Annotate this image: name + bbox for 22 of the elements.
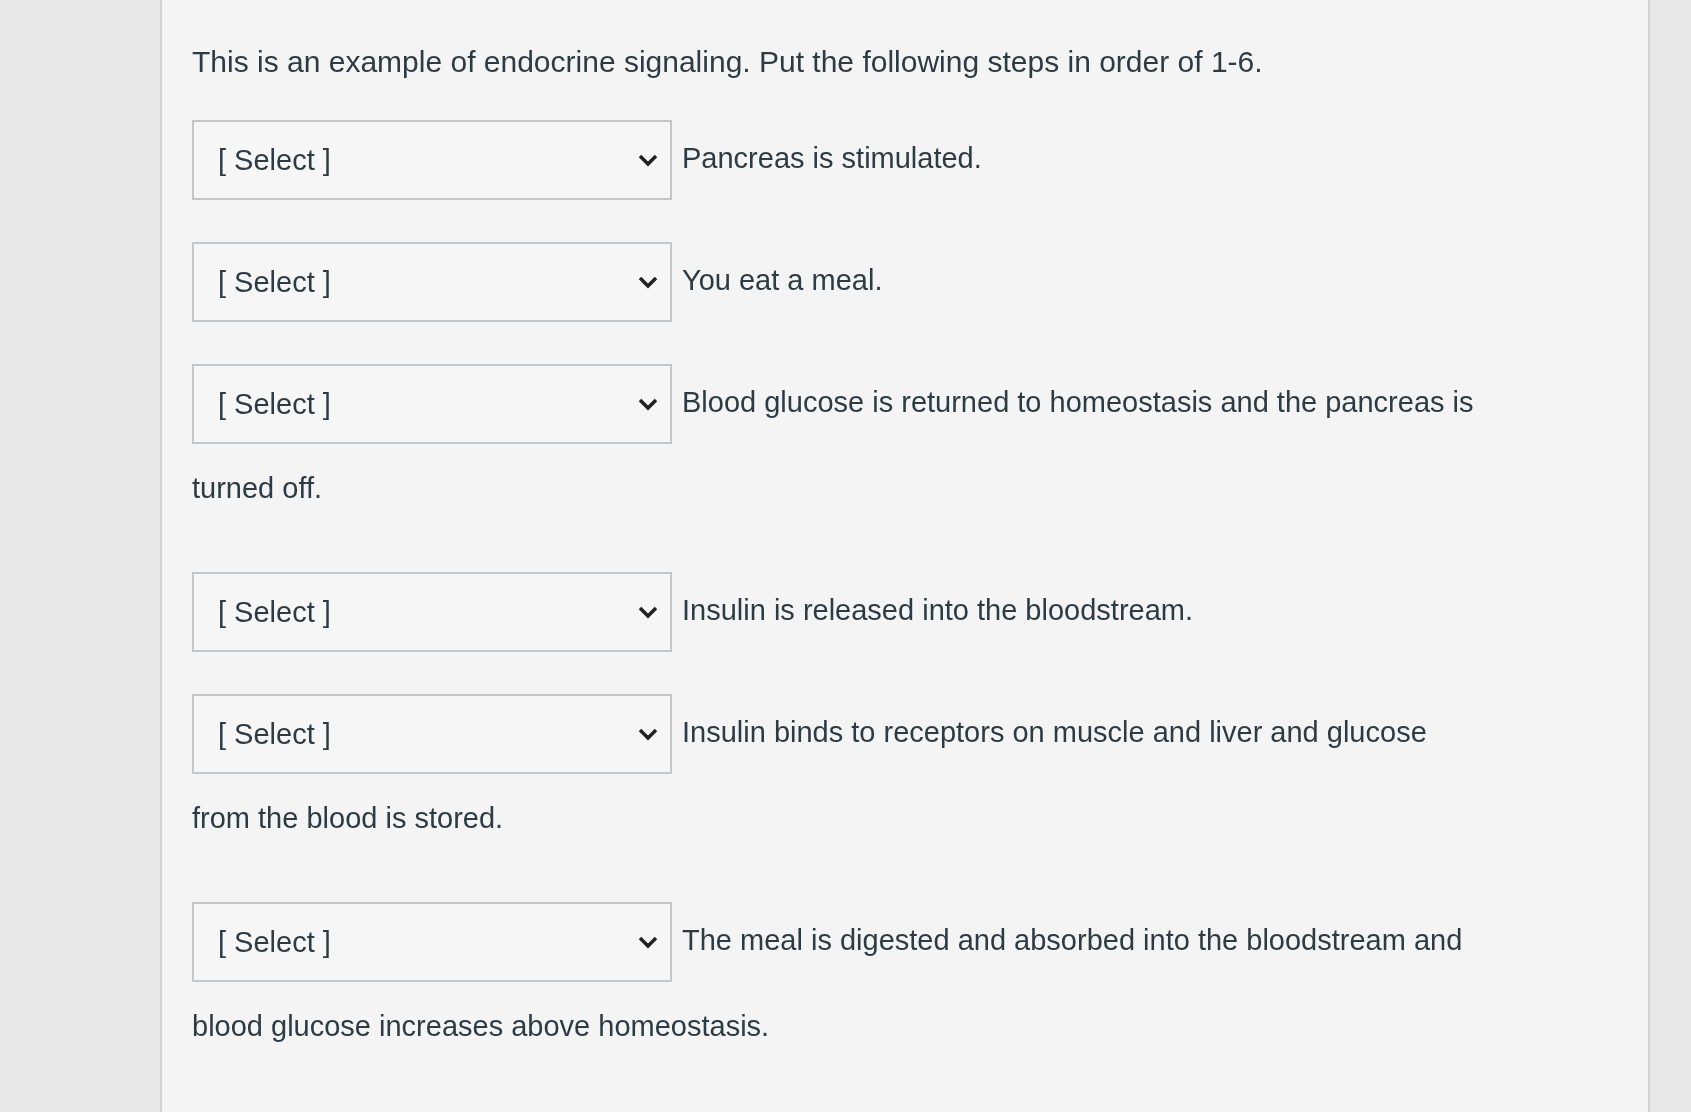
question-text: This is an example of endocrine signaling. Put the following steps in order of 1-6. <box>192 45 1264 79</box>
chevron-down-icon <box>638 605 658 620</box>
chevron-down-icon <box>638 275 658 290</box>
select-field[interactable]: [ Select ] <box>192 120 672 201</box>
step-text: The meal is digested and absorbed into the bloodstream and <box>682 924 1463 956</box>
step-text: Pancreas is stimulated. <box>682 142 982 174</box>
step-text: Insulin binds to receptors on muscle and liver and glucose <box>682 716 1427 748</box>
step-text: turned off. <box>192 472 323 504</box>
step-text: You eat a meal. <box>682 264 883 296</box>
chevron-down-icon <box>638 935 658 950</box>
select-field[interactable]: [ Select ] <box>192 572 672 653</box>
chevron-down-icon <box>638 153 658 168</box>
select-field[interactable]: [ Select ] <box>192 364 672 445</box>
step-text: from the blood is stored. <box>192 802 504 834</box>
step-text: Insulin is released into the bloodstream. <box>682 594 1193 626</box>
select-field[interactable]: [ Select ] <box>192 694 672 775</box>
chevron-down-icon <box>638 727 658 742</box>
select-field[interactable]: [ Select ] <box>192 242 672 323</box>
select-field[interactable]: [ Select ] <box>192 902 672 983</box>
step-text: Blood glucose is returned to homeostasis and the pancreas is <box>682 386 1474 418</box>
chevron-down-icon <box>638 397 658 412</box>
step-text: blood glucose increases above homeostasis. <box>192 1010 770 1042</box>
